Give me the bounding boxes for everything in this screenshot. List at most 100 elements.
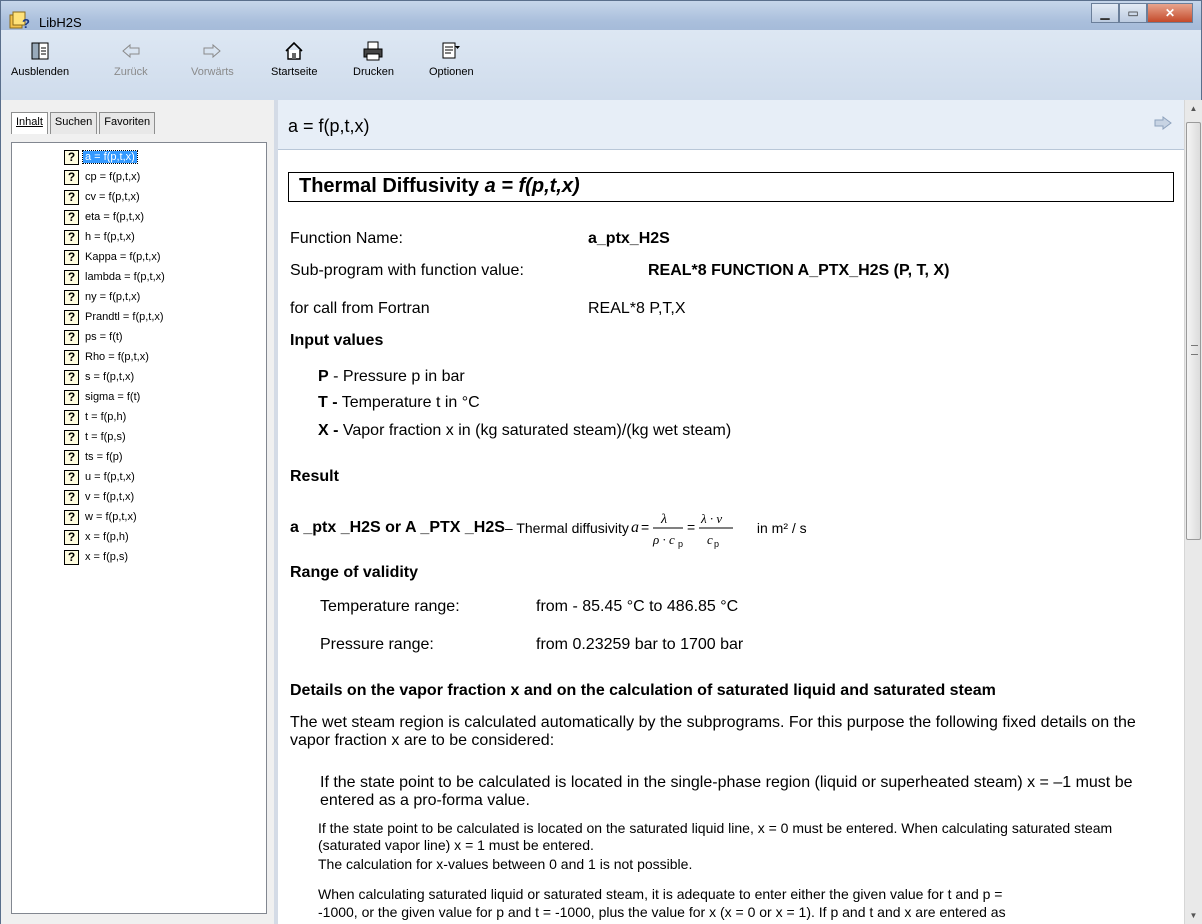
svg-text:c: c	[707, 532, 713, 547]
tree-item[interactable]: ? Prandtl = f(p,t,x)	[64, 307, 166, 327]
help-topic-icon: ?	[64, 229, 79, 245]
topic-heading: Thermal Diffusivity a = f(p,t,x)	[288, 172, 1174, 202]
window-title: LibH2S	[39, 15, 82, 30]
topic-scrollbar[interactable]: ▲ ▼	[1184, 100, 1202, 924]
help-book-icon: ?	[9, 11, 30, 30]
details-paragraph-2: If the state point to be calculated is l…	[320, 774, 1133, 809]
print-button[interactable]: Drucken	[353, 40, 394, 100]
toolbar: Ausblenden Zurück Vorwärts Startseite Dr…	[0, 30, 1202, 100]
tree-item-label: t = f(p,h)	[85, 411, 127, 423]
close-button[interactable]: ✕	[1147, 3, 1193, 23]
help-topic-icon: ?	[64, 349, 79, 365]
tree-item[interactable]: ? t = f(p,h)	[64, 407, 128, 427]
svg-text:λ: λ	[660, 512, 667, 527]
arrow-left-icon	[120, 40, 142, 62]
function-name-value: a_ptx_H2S	[588, 230, 670, 247]
details-paragraph-5-cont: -1000, or the given value for p and t = …	[318, 904, 1006, 920]
tree-item-label: a = f(p,t,x)	[82, 150, 138, 164]
home-button[interactable]: Startseite	[271, 40, 317, 100]
tree-item[interactable]: ? eta = f(p,t,x)	[64, 207, 146, 227]
tree-item-label: x = f(p,s)	[85, 551, 129, 563]
tree-item[interactable]: ? sigma = f(t)	[64, 387, 142, 407]
svg-text:=: =	[641, 519, 649, 535]
help-topic-icon: ?	[64, 449, 79, 465]
tree-item-label: x = f(p,h)	[85, 531, 129, 543]
next-topic-arrow-icon[interactable]	[1154, 116, 1172, 130]
tree-item[interactable]: ? cp = f(p,t,x)	[64, 167, 142, 187]
hide-button[interactable]: Ausblenden	[11, 40, 69, 100]
tree-item-label: ts = f(p)	[85, 451, 123, 463]
tree-item[interactable]: ? u = f(p,t,x)	[64, 467, 137, 487]
svg-text:p: p	[714, 539, 719, 549]
tree-item-label: lambda = f(p,t,x)	[85, 271, 165, 283]
tree-item-label: v = f(p,t,x)	[85, 491, 135, 503]
scroll-up-arrow-icon[interactable]: ▲	[1185, 100, 1202, 117]
help-topic-icon: ?	[64, 549, 79, 565]
subprogram-value: REAL*8 FUNCTION A_PTX_H2S (P, T, X)	[648, 262, 950, 279]
tree-item[interactable]: ? x = f(p,s)	[64, 547, 130, 567]
tree-item-label: cp = f(p,t,x)	[85, 171, 141, 183]
fortran-value: REAL*8 P,T,X	[588, 300, 686, 317]
tree-item-label: Prandtl = f(p,t,x)	[85, 311, 164, 323]
tree-item[interactable]: ? t = f(p,s)	[64, 427, 128, 447]
tree-item[interactable]: ? Rho = f(p,t,x)	[64, 347, 151, 367]
tree-item-label: ps = f(t)	[85, 331, 123, 343]
tree-item-label: h = f(p,t,x)	[85, 231, 135, 243]
forward-button[interactable]: Vorwärts	[191, 40, 234, 100]
options-icon	[440, 40, 462, 62]
function-name-label: Function Name:	[290, 230, 403, 247]
help-topic-icon: ?	[64, 389, 79, 405]
tree-item[interactable]: ? s = f(p,t,x)	[64, 367, 136, 387]
topic-title: a = f(p,t,x)	[288, 116, 370, 136]
result-function-names: a _ptx _H2S or A _PTX _H2S	[290, 519, 505, 536]
result-heading: Result	[290, 468, 339, 485]
details-heading: Details on the vapor fraction x and on t…	[290, 682, 996, 699]
tree-item[interactable]: ? a = f(p,t,x)	[64, 147, 138, 167]
tree-item[interactable]: ? ps = f(t)	[64, 327, 125, 347]
tree-item-label: cv = f(p,t,x)	[85, 191, 140, 203]
details-paragraph-4: The calculation for x-values between 0 a…	[318, 856, 693, 872]
input-x: X - Vapor fraction x in (kg saturated st…	[318, 422, 732, 439]
svg-text:?: ?	[22, 16, 30, 30]
maximize-button[interactable]: ▭	[1119, 3, 1147, 23]
tree-item[interactable]: ? v = f(p,t,x)	[64, 487, 136, 507]
tree-item[interactable]: ? h = f(p,t,x)	[64, 227, 137, 247]
topic-title-bar: a = f(p,t,x)	[278, 100, 1184, 150]
minimize-button[interactable]: ▁	[1091, 3, 1119, 23]
tab-favorites[interactable]: Favoriten	[99, 112, 156, 134]
options-button[interactable]: Optionen	[429, 40, 474, 100]
back-button[interactable]: Zurück	[114, 40, 148, 100]
scrollbar-thumb[interactable]	[1186, 122, 1201, 540]
scroll-down-arrow-icon[interactable]: ▼	[1185, 907, 1202, 924]
window-controls: ▁ ▭ ✕	[1091, 3, 1193, 23]
tree-item[interactable]: ? cv = f(p,t,x)	[64, 187, 142, 207]
help-topic-icon: ?	[64, 429, 79, 445]
help-topic-icon: ?	[64, 509, 79, 525]
topic-pane: a = f(p,t,x) Thermal Diffusivity a = f(p…	[278, 100, 1184, 924]
help-topic-icon: ?	[64, 169, 79, 185]
svg-text:a: a	[631, 519, 639, 536]
validity-heading: Range of validity	[290, 564, 419, 581]
tree-item[interactable]: ? ts = f(p)	[64, 447, 125, 467]
pressure-range-label: Pressure range:	[320, 636, 434, 653]
heading-formula: a = f(p,t,x)	[484, 175, 580, 197]
tree-item-label: u = f(p,t,x)	[85, 471, 135, 483]
help-topic-icon: ?	[64, 249, 79, 265]
tree-item[interactable]: ? Kappa = f(p,t,x)	[64, 247, 163, 267]
tree-item[interactable]: ? w = f(p,t,x)	[64, 507, 139, 527]
tree-item[interactable]: ? x = f(p,h)	[64, 527, 131, 547]
temperature-range-value: from - 85.45 °C to 486.85 °C	[536, 598, 739, 615]
tree-item-label: eta = f(p,t,x)	[85, 211, 144, 223]
details-paragraph-1: The wet steam region is calculated autom…	[290, 714, 1136, 749]
tree-item[interactable]: ? lambda = f(p,t,x)	[64, 267, 167, 287]
help-topic-icon: ?	[64, 309, 79, 325]
contents-tree[interactable]: ? a = f(p,t,x)? cp = f(p,t,x)? cv = f(p,t,x…	[11, 142, 267, 914]
help-topic-icon: ?	[64, 469, 79, 485]
tree-item[interactable]: ? ny = f(p,t,x)	[64, 287, 142, 307]
tree-item-label: w = f(p,t,x)	[85, 511, 137, 523]
tab-contents[interactable]: Inhalt	[11, 112, 48, 134]
tab-search[interactable]: Suchen	[49, 112, 98, 134]
thermal-diffusivity-formula: a = λ ρ · c p = λ · v c p	[631, 511, 733, 549]
help-topic-icon: ?	[64, 149, 79, 165]
tree-item-label: ny = f(p,t,x)	[85, 291, 141, 303]
